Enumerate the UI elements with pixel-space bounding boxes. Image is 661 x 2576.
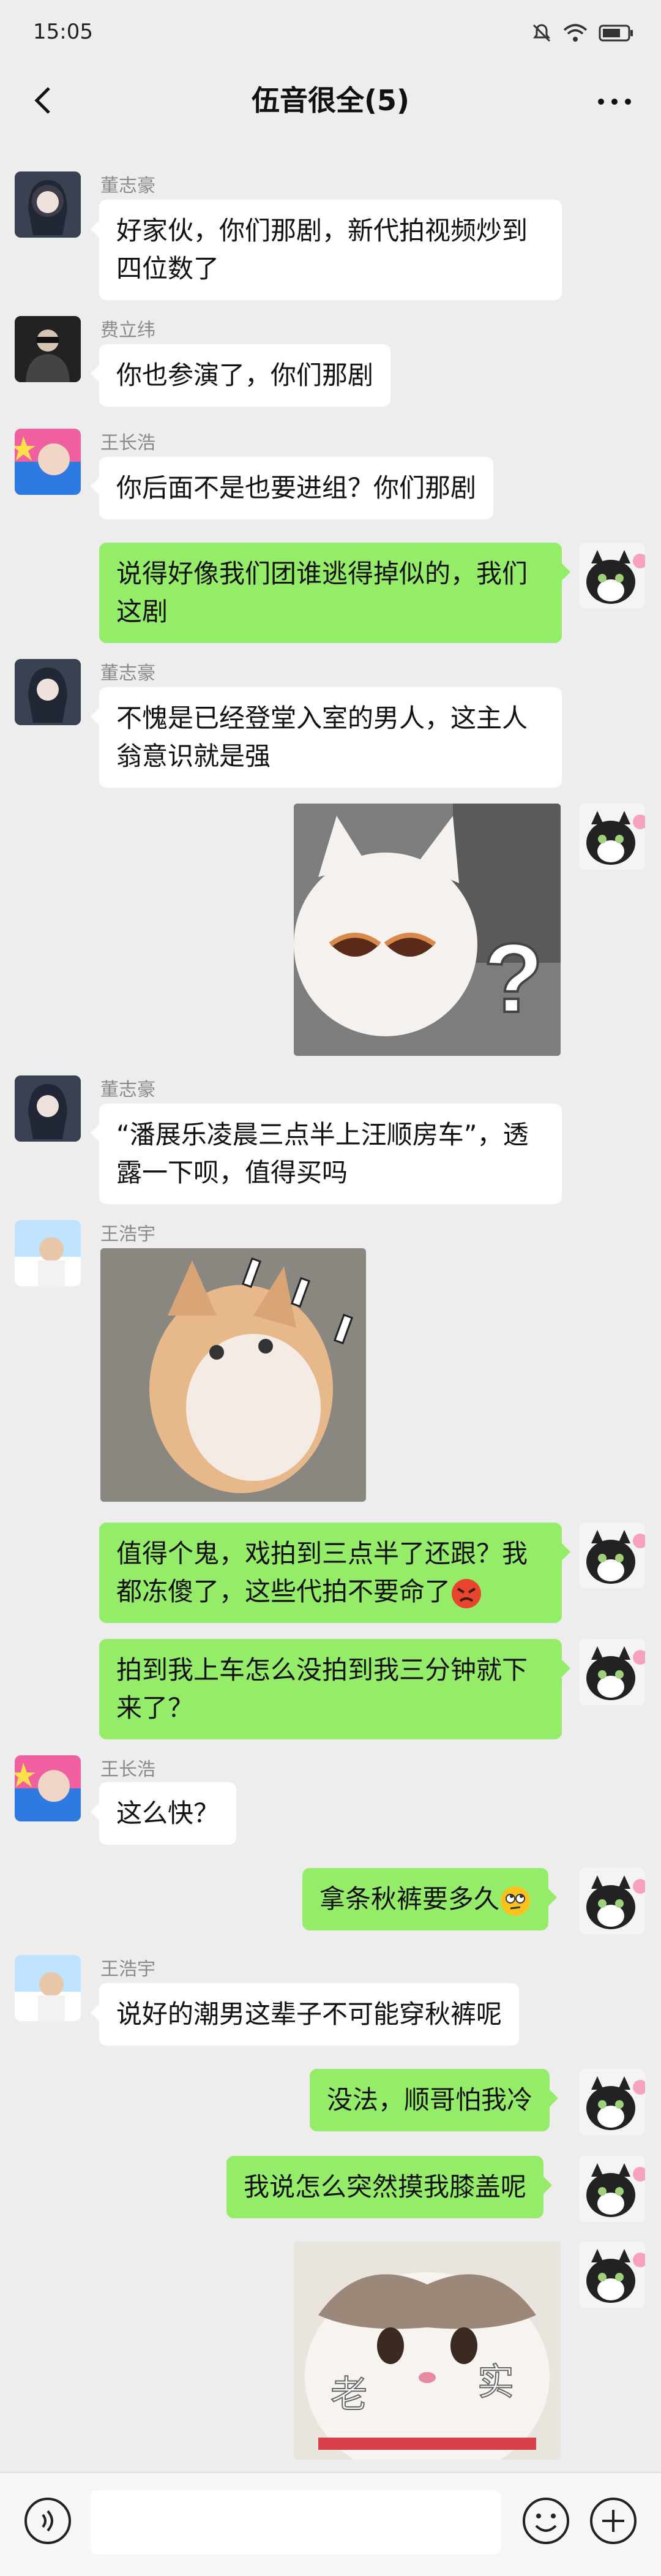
my-avatar[interactable]: [579, 1868, 645, 1934]
my-avatar[interactable]: [579, 2069, 645, 2135]
message-bubble[interactable]: 你也参演了，你们那剧: [90, 344, 391, 407]
message-bubble[interactable]: 我说怎么突然摸我膝盖呢: [226, 2156, 553, 2218]
wifi-icon: [563, 24, 588, 42]
sticker-caption-left: 老: [330, 2374, 367, 2415]
avatar[interactable]: [15, 1955, 81, 2021]
battery-icon: [599, 24, 633, 42]
message-bubble[interactable]: 说好的潮男这辈子不可能穿秋裤呢: [90, 1983, 520, 2046]
mute-icon: [532, 24, 551, 42]
eye-roll-face-icon: [501, 1886, 531, 1916]
sender-name: 董志豪: [100, 1079, 155, 1101]
avatar[interactable]: [15, 429, 81, 495]
sticker-image[interactable]: 老 实: [294, 2242, 561, 2460]
message-bubble[interactable]: “潘展乐凌晨三点半上汪顺房车”，透露一下呗，值得买吗: [91, 1104, 562, 1204]
voice-icon[interactable]: [22, 2495, 73, 2547]
message-bubble[interactable]: 值得个鬼，戏拍到三点半了还跟？我都冻傻了，这些代拍不要命了: [99, 1523, 570, 1623]
message-bubble[interactable]: 说得好像我们团谁逃得掉似的，我们这剧: [99, 543, 570, 643]
sender-name: 费立纬: [100, 320, 155, 341]
emoji-icon[interactable]: [520, 2495, 572, 2547]
avatar[interactable]: [15, 659, 81, 725]
my-avatar[interactable]: [579, 2242, 645, 2308]
my-avatar[interactable]: [579, 1523, 645, 1589]
sender-name: 董志豪: [100, 663, 155, 684]
message-bubble[interactable]: 好家伙，你们那剧，新代拍视频炒到四位数了: [91, 200, 562, 300]
sender-name: 董志豪: [100, 175, 155, 197]
my-avatar[interactable]: [579, 2156, 645, 2222]
my-avatar[interactable]: [579, 1639, 645, 1705]
angry-face-icon: [452, 1578, 482, 1608]
sender-name: 王长浩: [100, 1759, 155, 1780]
chat-header: 伍音很全(5): [0, 67, 661, 159]
status-bar: 15:05: [0, 0, 661, 67]
avatar[interactable]: [15, 1075, 81, 1142]
message-bubble[interactable]: 拿条秋裤要多久: [302, 1868, 558, 1930]
message-bubble[interactable]: 没法，顺哥怕我冷: [310, 2069, 559, 2131]
my-avatar[interactable]: [579, 543, 645, 609]
plus-icon[interactable]: [588, 2495, 639, 2547]
sender-name: 王长浩: [100, 432, 155, 454]
sticker-image[interactable]: [100, 1248, 366, 1502]
sender-name: 王浩宇: [100, 1224, 155, 1245]
message-input[interactable]: [91, 2490, 501, 2554]
sender-name: 王浩宇: [100, 1959, 155, 1980]
message-bubble[interactable]: 不愧是已经登堂入室的男人，这主人翁意识就是强: [91, 687, 562, 788]
message-bubble[interactable]: 拍到我上车怎么没拍到我三分钟就下来了？: [99, 1639, 570, 1739]
avatar[interactable]: [15, 171, 81, 238]
input-bar: [0, 2472, 661, 2576]
avatar[interactable]: [15, 316, 81, 382]
message-bubble[interactable]: 你后面不是也要进组？你们那剧: [90, 457, 494, 519]
avatar[interactable]: [15, 1220, 81, 1286]
my-avatar[interactable]: [579, 804, 645, 870]
message-bubble[interactable]: 这么快？: [90, 1782, 237, 1845]
sticker-caption-right: 实: [477, 2362, 514, 2403]
sticker-image[interactable]: ?: [294, 804, 561, 1056]
chat-title: 伍音很全(5): [251, 84, 410, 117]
status-time: 15:05: [33, 20, 93, 44]
status-icons: [531, 21, 634, 45]
message-text: 拿条秋裤要多久: [319, 1884, 500, 1914]
more-icon[interactable]: [595, 83, 634, 120]
sticker-question-mark: ?: [484, 923, 543, 1033]
avatar[interactable]: [15, 1755, 81, 1821]
